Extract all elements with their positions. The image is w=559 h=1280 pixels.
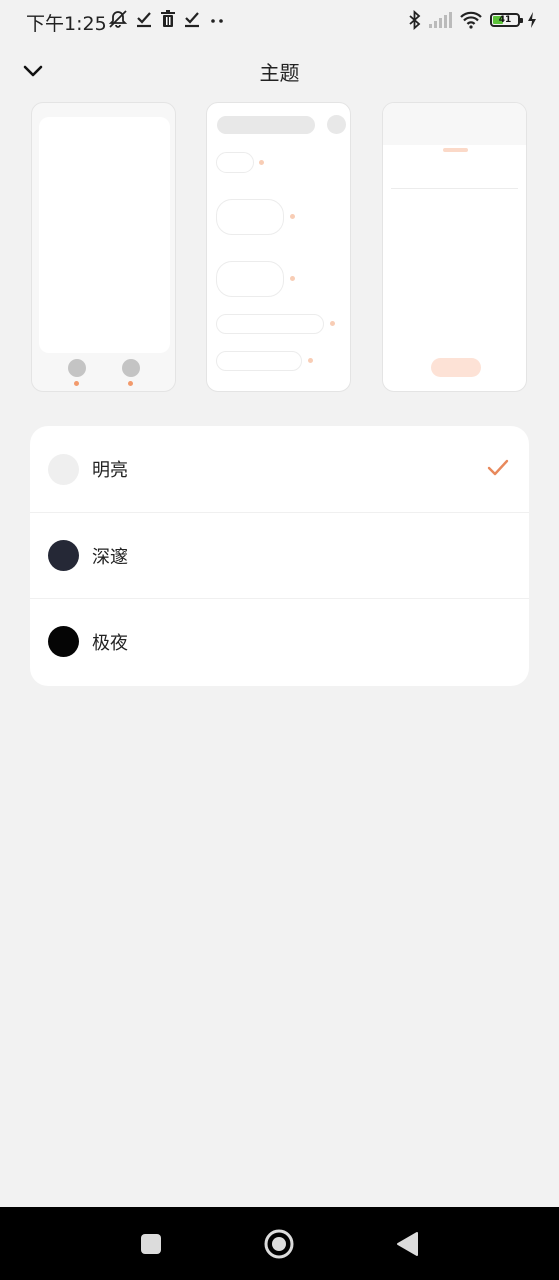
preview-tab-dot [68,359,86,377]
preview-tab-indicator [74,381,79,386]
preview-bubble [216,199,284,235]
trash-icon [161,10,175,27]
preview-button [431,358,481,377]
preview-home [31,102,176,392]
theme-swatch [48,540,79,571]
check-download-icon [137,12,151,28]
system-icons: 41 [409,10,537,30]
mute-bell-icon [108,10,128,28]
charging-icon [528,12,536,28]
theme-label: 明亮 [92,460,128,481]
preview-bubble [216,351,302,371]
preview-dot [290,276,295,281]
preview-dot [330,321,335,326]
header: 主题 [0,48,559,94]
preview-divider [391,188,518,189]
theme-label: 极夜 [92,632,128,654]
preview-dot [259,160,264,165]
theme-option-deep[interactable]: 深邃 [30,512,529,598]
theme-option-light[interactable]: 明亮 [30,426,529,512]
preview-sheet [382,102,527,392]
back-button[interactable] [390,1227,424,1261]
preview-avatar [327,115,346,134]
back-triangle-icon [397,1232,418,1256]
theme-list: 明亮 深邃 极夜 [30,426,529,686]
bluetooth-icon [409,10,421,30]
theme-option-night[interactable]: 极夜 [30,598,529,684]
preview-handle [443,148,468,152]
battery-icon: 41 [490,13,523,27]
check-download-icon [185,12,199,28]
preview-tab-indicator [128,381,133,386]
notification-icons [108,9,226,29]
home-circle-icon [264,1229,294,1259]
preview-dot [290,214,295,219]
preview-bubble [216,314,324,334]
square-icon [141,1234,161,1254]
preview-chat [206,102,351,392]
theme-label: 深邃 [92,546,128,568]
preview-dot [308,358,313,363]
home-button[interactable] [262,1227,296,1261]
preview-sheet-top [383,103,526,145]
preview-bubble [216,261,284,297]
preview-tab-dot [122,359,140,377]
preview-bubble [216,152,254,173]
recent-apps-button[interactable] [134,1227,168,1261]
check-icon [487,459,509,476]
signal-icon [429,12,452,28]
preview-search-bar [217,116,315,134]
preview-screen [39,117,170,353]
status-time: 下午1:25 [26,13,107,35]
battery-level: 41 [498,15,512,25]
more-dots-icon [211,19,223,23]
navigation-bar [0,1207,559,1280]
page-title: 主题 [259,61,300,85]
status-bar: 下午1:25 41 [0,0,559,42]
theme-swatch [48,453,79,485]
wifi-icon [460,11,482,29]
theme-swatch [48,626,79,657]
